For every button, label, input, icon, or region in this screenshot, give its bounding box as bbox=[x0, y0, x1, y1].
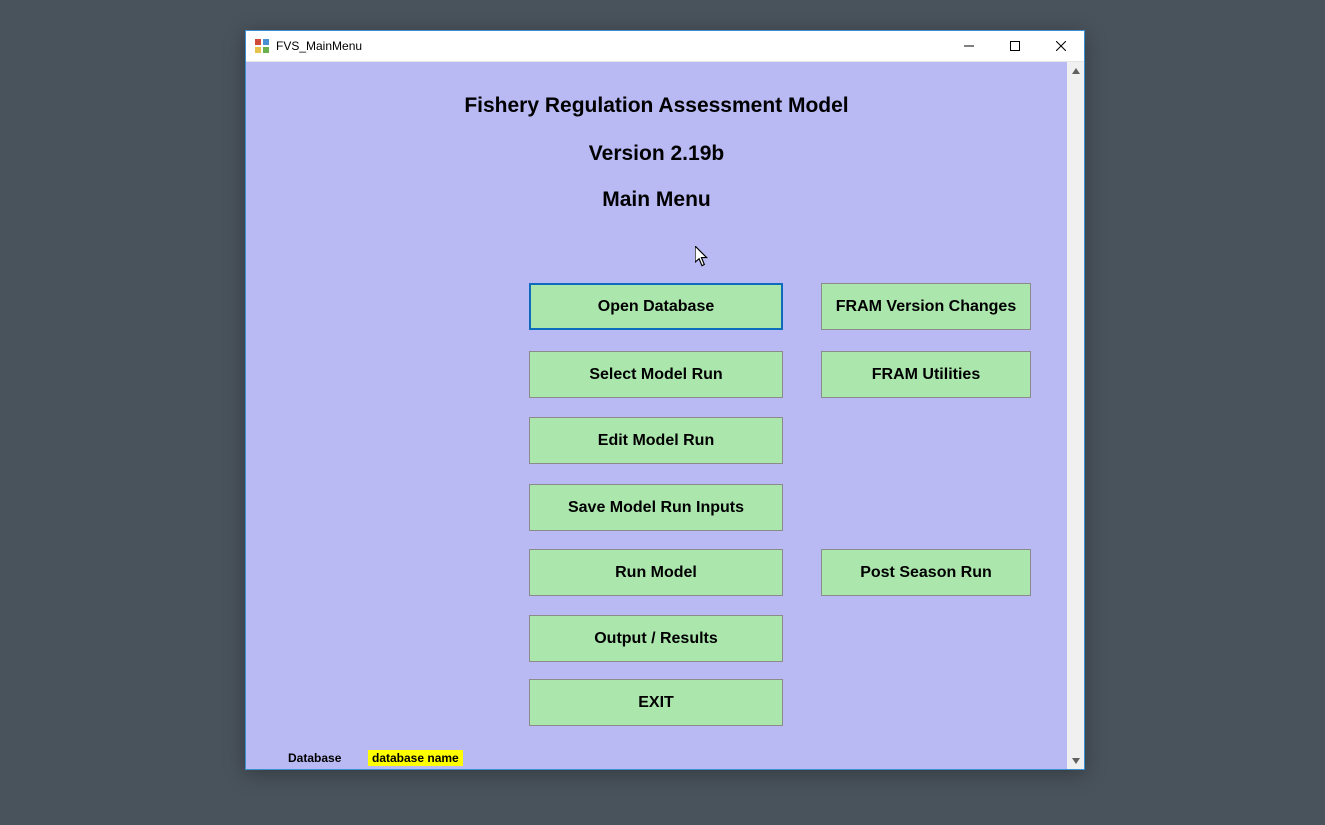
button-label: FRAM Version Changes bbox=[836, 298, 1016, 316]
scroll-down-arrow-icon[interactable] bbox=[1067, 752, 1084, 769]
open-database-button[interactable]: Open Database bbox=[529, 283, 783, 330]
database-label: Database bbox=[288, 751, 368, 765]
app-icon bbox=[254, 38, 270, 54]
button-label: Post Season Run bbox=[860, 564, 992, 582]
minimize-button[interactable] bbox=[946, 31, 992, 61]
select-model-run-button[interactable]: Select Model Run bbox=[529, 351, 783, 398]
cursor-icon bbox=[695, 246, 711, 266]
button-label: Select Model Run bbox=[589, 366, 722, 384]
exit-button[interactable]: EXIT bbox=[529, 679, 783, 726]
window-title: FVS_MainMenu bbox=[276, 39, 946, 53]
edit-model-run-button[interactable]: Edit Model Run bbox=[529, 417, 783, 464]
scroll-up-arrow-icon[interactable] bbox=[1067, 62, 1084, 79]
save-model-run-inputs-button[interactable]: Save Model Run Inputs bbox=[529, 484, 783, 531]
post-season-run-button[interactable]: Post Season Run bbox=[821, 549, 1031, 596]
window-controls bbox=[946, 31, 1084, 61]
vertical-scrollbar[interactable] bbox=[1067, 62, 1084, 769]
button-label: Output / Results bbox=[594, 630, 718, 648]
database-status-row: Database database name bbox=[288, 750, 463, 766]
run-model-button[interactable]: Run Model bbox=[529, 549, 783, 596]
scroll-track[interactable] bbox=[1067, 79, 1084, 752]
titlebar[interactable]: FVS_MainMenu bbox=[246, 31, 1084, 62]
button-label: Edit Model Run bbox=[598, 432, 714, 450]
main-window: FVS_MainMenu Fishery Regulation Assessme… bbox=[245, 30, 1085, 770]
client-area: Fishery Regulation Assessment Model Vers… bbox=[246, 62, 1067, 769]
button-label: Save Model Run Inputs bbox=[568, 499, 744, 517]
database-value: database name bbox=[368, 750, 463, 766]
fram-utilities-button[interactable]: FRAM Utilities bbox=[821, 351, 1031, 398]
output-results-button[interactable]: Output / Results bbox=[529, 615, 783, 662]
app-title: Fishery Regulation Assessment Model bbox=[246, 94, 1067, 118]
maximize-button[interactable] bbox=[992, 31, 1038, 61]
fram-version-changes-button[interactable]: FRAM Version Changes bbox=[821, 283, 1031, 330]
button-label: FRAM Utilities bbox=[872, 366, 980, 384]
app-version: Version 2.19b bbox=[246, 142, 1067, 166]
close-button[interactable] bbox=[1038, 31, 1084, 61]
button-label: Open Database bbox=[598, 298, 714, 316]
button-label: Run Model bbox=[615, 564, 697, 582]
menu-heading: Main Menu bbox=[246, 188, 1067, 212]
button-label: EXIT bbox=[638, 694, 674, 712]
